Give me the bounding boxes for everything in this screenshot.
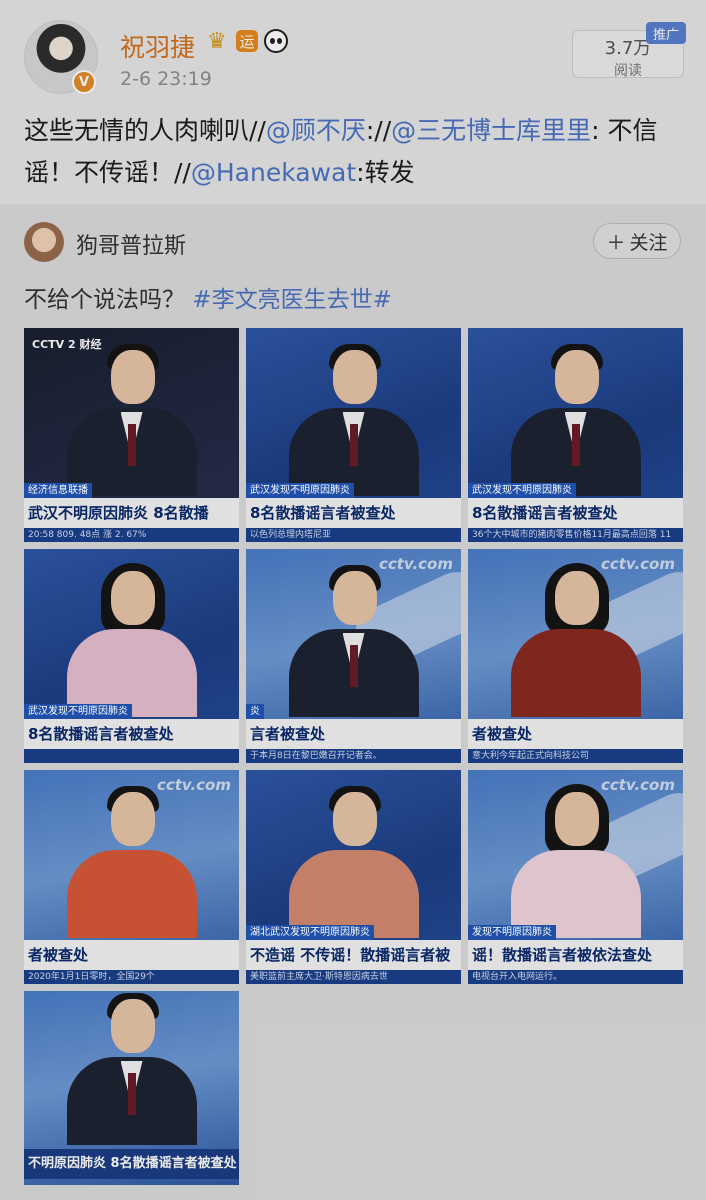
image-thumbnail[interactable]: cctv.com 者被查处 2020年1月1日零时，全国29个: [24, 770, 239, 984]
retweet-username[interactable]: 狗哥普拉斯: [76, 228, 186, 260]
news-anchor: [288, 336, 419, 496]
hashtag-link[interactable]: #李文亮医生去世#: [192, 287, 392, 313]
news-anchor: [510, 778, 641, 938]
post-text-part: 这些无情的人肉喇叭//: [24, 116, 266, 145]
news-anchor: [288, 557, 419, 717]
read-label: 阅读: [614, 63, 642, 79]
post-text-part: ://: [365, 116, 392, 145]
news-caption: 者被查处: [24, 940, 239, 970]
image-thumbnail[interactable]: 武汉发现不明原因肺炎 8名散播谣言者被查处 36个大中城市的猪肉零售价格11月最…: [468, 328, 683, 542]
news-ticker: 于本月8日在黎巴嫩召开记者会。: [246, 749, 461, 763]
news-ticker: [24, 749, 239, 763]
news-ticker: 2020年1月1日零时，全国29个: [24, 970, 239, 984]
retweet-user-avatar[interactable]: [24, 222, 64, 262]
image-thumbnail[interactable]: 湖北武汉发现不明原因肺炎 不造谣 不传谣！散播谣言者被 美职篮前主席大卫·斯特恩…: [246, 770, 461, 984]
user-badges: ♛ 运: [204, 28, 288, 54]
news-ticker: 意大利今年起正式向科技公司: [468, 749, 683, 763]
news-caption: 不明原因肺炎 8名散播谣言者被查处: [24, 1149, 239, 1179]
news-ticker: 电视台开入电网运行。: [468, 970, 683, 984]
caption-subtag: 发现不明原因肺炎: [468, 925, 556, 940]
news-caption: 者被查处: [468, 719, 683, 749]
promo-tag[interactable]: 推广: [646, 22, 686, 44]
news-caption: 谣！散播谣言者被依法查处: [468, 940, 683, 970]
news-caption: 武汉不明原因肺炎 8名散播: [24, 498, 239, 528]
caption-subtag: 湖北武汉发现不明原因肺炎: [246, 925, 374, 940]
news-caption: 8名散播谣言者被查处: [246, 498, 461, 528]
image-thumbnail[interactable]: cctv.com 者被查处 意大利今年起正式向科技公司: [468, 549, 683, 763]
yun-badge-icon: 运: [236, 30, 258, 52]
news-anchor: [510, 557, 641, 717]
verified-badge-icon: V: [72, 70, 96, 94]
plus-icon: ＋: [606, 231, 626, 254]
caption-subtag: 武汉发现不明原因肺炎: [246, 483, 354, 498]
news-caption: 8名散播谣言者被查处: [468, 498, 683, 528]
mention-link[interactable]: @顾不厌: [266, 116, 366, 145]
panda-icon: [264, 29, 288, 53]
news-caption: 言者被查处: [246, 719, 461, 749]
post-username[interactable]: 祝羽捷: [120, 28, 195, 64]
mention-link[interactable]: @Hanekawat: [191, 158, 356, 187]
image-thumbnail[interactable]: cctv.com 炎 言者被查处 于本月8日在黎巴嫩召开记者会。: [246, 549, 461, 763]
news-ticker: 20:58 809. 48点 涨 2. 67%: [24, 528, 239, 542]
image-thumbnail[interactable]: cctv.com 发现不明原因肺炎 谣！散播谣言者被依法查处 电视台开入电网运行…: [468, 770, 683, 984]
post-text-part: :转发: [356, 158, 415, 187]
image-thumbnail[interactable]: 武汉发现不明原因肺炎 8名散播谣言者被查处 以色列总理内塔尼亚: [246, 328, 461, 542]
caption-subtag: 武汉发现不明原因肺炎: [468, 483, 576, 498]
mention-link[interactable]: @三无博士库里里: [391, 116, 591, 145]
caption-subtag: 经济信息联播: [24, 483, 92, 498]
news-anchor: [66, 991, 197, 1145]
news-ticker: 以色列总理内塔尼亚: [246, 528, 461, 542]
image-thumbnail[interactable]: CCTV 2 财经 经济信息联播 武汉不明原因肺炎 8名散播 20:58 809…: [24, 328, 239, 542]
news-ticker: 美职篮前主席大卫·斯特恩因病去世: [246, 970, 461, 984]
news-anchor: [66, 557, 197, 717]
news-caption: 8名散播谣言者被查处: [24, 719, 239, 749]
retweet-card[interactable]: 狗哥普拉斯 ＋ 关注 不给个说法吗？ #李文亮医生去世# CCTV 2 财经 经…: [0, 204, 706, 1200]
follow-label: 关注: [629, 231, 668, 254]
news-anchor: [288, 778, 419, 938]
caption-subtag: 炎: [246, 704, 264, 719]
news-anchor: [66, 336, 197, 496]
image-thumbnail[interactable]: 武汉发现不明原因肺炎 8名散播谣言者被查处: [24, 549, 239, 763]
news-anchor: [510, 336, 641, 496]
news-ticker: 36个大中城市的猪肉零售价格11月最高点回落 11: [468, 528, 683, 542]
caption-subtag: 武汉发现不明原因肺炎: [24, 704, 132, 719]
news-caption: 不造谣 不传谣！散播谣言者被: [246, 940, 461, 970]
post-text: 这些无情的人肉喇叭//@顾不厌://@三无博士库里里: 不信谣！不传谣！//@H…: [24, 110, 694, 194]
follow-button[interactable]: ＋ 关注: [593, 223, 681, 259]
image-thumbnail[interactable]: 不明原因肺炎 8名散播谣言者被查处: [24, 991, 239, 1185]
news-anchor: [66, 778, 197, 938]
post-timestamp: 2-6 23:19: [120, 68, 212, 90]
crown-icon: ♛: [207, 28, 227, 54]
retweet-text-body: 不给个说法吗？: [24, 287, 185, 313]
retweet-text: 不给个说法吗？ #李文亮医生去世#: [24, 280, 392, 314]
